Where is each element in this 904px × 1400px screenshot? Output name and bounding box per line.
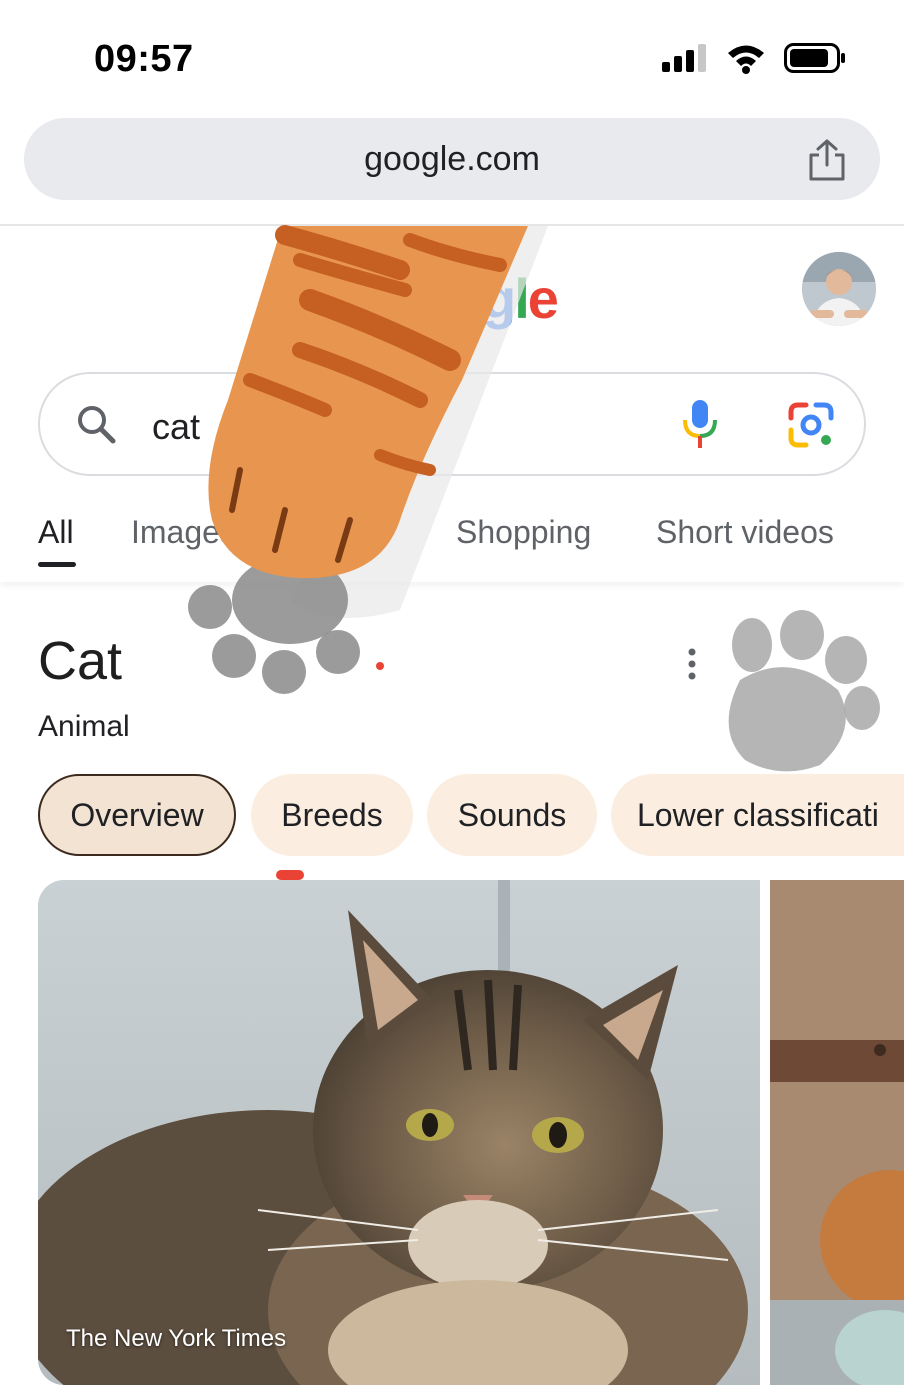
share-icon[interactable]	[806, 138, 848, 182]
search-icon[interactable]	[74, 402, 118, 446]
avatar-image	[802, 252, 876, 326]
cat-image[interactable]: The New York Times	[38, 880, 760, 1385]
knowledge-panel-subtitle: Animal	[38, 710, 130, 743]
status-icons	[662, 42, 846, 74]
more-options-icon[interactable]	[682, 644, 702, 684]
tab-shopping[interactable]: Shopping	[456, 514, 591, 551]
microphone-icon[interactable]	[680, 398, 720, 450]
tab-images[interactable]: Images	[131, 514, 236, 551]
url-text[interactable]: google.com	[24, 140, 880, 179]
search-input[interactable]: cat	[152, 406, 200, 448]
search-tabs: All Images Shopping Short videos	[0, 506, 904, 582]
address-bar[interactable]: google.com	[24, 118, 880, 200]
search-box[interactable]: cat	[38, 372, 866, 476]
tab-short-videos[interactable]: Short videos	[656, 514, 834, 551]
tab-active-indicator	[38, 562, 76, 567]
divider	[0, 224, 904, 226]
cat-photo-partial	[770, 880, 904, 1385]
chip-lower-classification[interactable]: Lower classificati	[611, 774, 904, 856]
signal-icon	[662, 44, 706, 72]
battery-icon	[784, 43, 845, 73]
google-lens-icon[interactable]	[788, 402, 834, 448]
chip-overview[interactable]: Overview	[38, 774, 236, 856]
knowledge-panel-title: Cat	[38, 631, 123, 691]
chip-breeds[interactable]: Breeds	[251, 774, 413, 856]
google-logo[interactable]: gle	[482, 266, 559, 331]
wifi-icon	[728, 45, 764, 74]
status-time: 09:57	[94, 38, 194, 80]
cat-image-next[interactable]	[770, 880, 904, 1385]
cat-photo	[38, 880, 760, 1385]
image-source[interactable]: The New York Times	[66, 1325, 286, 1353]
tab-all[interactable]: All	[38, 514, 74, 551]
status-bar: 09:57	[0, 0, 904, 110]
chip-sounds[interactable]: Sounds	[427, 774, 597, 856]
avatar[interactable]	[802, 252, 876, 326]
